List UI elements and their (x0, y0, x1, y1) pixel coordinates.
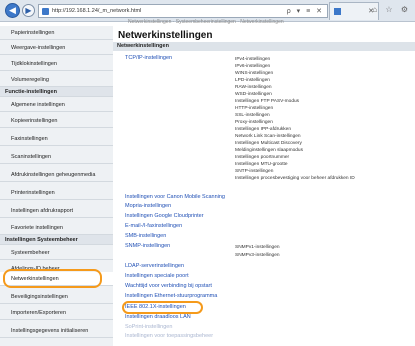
page-favicon-icon (42, 8, 49, 15)
sidebar-item-security[interactable]: Beveiligingsinstellingen (0, 290, 113, 304)
sidebar-item-report[interactable]: Instellingen afdrukrapport (0, 204, 113, 218)
forward-arrow-icon[interactable]: ▶ (22, 4, 35, 17)
link-google-cloud-print[interactable]: Instellingen Google Cloudprinter (125, 213, 204, 219)
tcpip-sub-item[interactable]: Proxy-instellingen (235, 120, 273, 125)
link-application-management[interactable]: Instellingen voor toepassingsbeheer (125, 333, 213, 339)
ieee-highlight-callout (122, 301, 203, 314)
link-ethernet-driver[interactable]: Instellingen Ethernet-stuurprogramma (125, 293, 217, 299)
tcpip-sub-item[interactable]: SSL-instellingen (235, 113, 270, 118)
sidebar-item-volume[interactable]: Volumeregeling (0, 73, 113, 87)
sidebar-item-memory-media[interactable]: Afdrukinstellingen geheugenmedia (0, 168, 113, 182)
sidebar-highlight-callout (3, 269, 102, 288)
link-email-ifax[interactable]: E-mail-/I-faxinstellingen (125, 223, 182, 229)
tcpip-sub-item[interactable]: SNTP-instellingen (235, 169, 273, 174)
sidebar-item-initialize[interactable]: Instellingsgegevens initialiseren (0, 324, 113, 338)
snmp-sub-item[interactable]: SNMPv1-instellingen (235, 245, 280, 250)
sidebar-item-common[interactable]: Algemene instellingen (0, 98, 113, 112)
main-content: Netwerkinstellingen Netwerkinstellingen … (113, 26, 415, 346)
sidebar-item-system-management[interactable]: Systeembeheer (0, 246, 113, 260)
sidebar-item-paper[interactable]: Papierinstellingen (0, 26, 113, 40)
tcpip-sub-item[interactable]: Network Link Scan-instellingen (235, 134, 301, 139)
tcpip-sub-item[interactable]: HTTP-instellingen (235, 106, 273, 111)
tcpip-sub-item[interactable]: RAW-instellingen (235, 85, 272, 90)
link-ldap[interactable]: LDAP-serverinstellingen (125, 263, 184, 269)
tcpip-sub-item[interactable]: Instellingen procesbevestiging voor behe… (235, 176, 355, 181)
snmp-sub-item[interactable]: SNMPv3-instellingen (235, 253, 280, 258)
tab-favicon-icon (334, 8, 341, 15)
link-startup-wait[interactable]: Wachttijd voor verbinding bij opstart (125, 283, 212, 289)
section-heading: Netwerkinstellingen (113, 42, 415, 51)
sidebar-item-fax[interactable]: Faxinstellingen (0, 132, 113, 146)
tcpip-sub-item[interactable]: WINS-instellingen (235, 71, 273, 76)
tcpip-sub-item[interactable]: IPv6-instellingen (235, 64, 270, 69)
tcpip-sub-item[interactable]: LPD-instellingen (235, 78, 270, 83)
tcpip-sub-item[interactable]: Instellingen MTU-grootte (235, 162, 288, 167)
link-canon-mobile-scanning[interactable]: Instellingen voor Canon Mobile Scanning (125, 194, 225, 200)
sidebar-item-copy[interactable]: Kopieerinstellingen (0, 114, 113, 128)
sidebar-item-timer[interactable]: Tijdklokinstellingen (0, 57, 113, 71)
address-url: http://192.168.1.24/_m_network.html (52, 8, 142, 14)
link-smb[interactable]: SMB-instellingen (125, 233, 166, 239)
sidebar: Papierinstellingen Weergave-instellingen… (0, 26, 113, 346)
header-strip-text: Netwerkinstellingen · Systeembeheerinste… (128, 19, 284, 25)
address-bar[interactable]: http://192.168.1.24/_m_network.html ρ ▾ … (38, 4, 328, 18)
sidebar-item-display[interactable]: Weergave-instellingen (0, 41, 113, 55)
link-tcpip[interactable]: TCP/IP-instellingen (125, 55, 172, 61)
tcpip-sub-item[interactable]: Instellingen FTP PASV-modus (235, 99, 299, 104)
tcpip-sub-item[interactable]: Instellingen poortnummer (235, 155, 289, 160)
sidebar-item-scan[interactable]: Scaninstellingen (0, 150, 113, 164)
page-title: Netwerkinstellingen (118, 30, 213, 41)
tcpip-sub-item[interactable]: Meldinginstellingen slaapmodus (235, 148, 303, 153)
back-arrow-icon[interactable]: ◀ (5, 3, 20, 18)
link-dedicated-port[interactable]: Instellingen speciale poort (125, 273, 189, 279)
link-soprint[interactable]: SoPrint-instellingen (125, 324, 172, 330)
toolbar-icons[interactable]: ⌂ ☆ ⚙ (372, 5, 411, 14)
sidebar-head-function: Functie-instellingen (0, 87, 113, 97)
tcpip-sub-item[interactable]: IPv4-instellingen (235, 57, 270, 62)
address-bar-icons[interactable]: ρ ▾ ≡ ✕ (287, 7, 324, 15)
sidebar-item-printer[interactable]: Printerinstellingen (0, 186, 113, 200)
tcpip-sub-item[interactable]: Instellingen Multicast Discovery (235, 141, 302, 146)
tcpip-sub-item[interactable]: Instellingen IPP-afdrukken (235, 127, 291, 132)
link-snmp[interactable]: SNMP-instellingen (125, 243, 170, 249)
sidebar-item-import-export[interactable]: Importeren/Exporteren (0, 306, 113, 320)
link-mopria[interactable]: Mopria-instellingen (125, 203, 171, 209)
link-wireless-lan[interactable]: Instellingen draadloos LAN (125, 314, 191, 320)
sidebar-head-system: Instellingen Systeembeheer (0, 235, 113, 245)
tcpip-sub-item[interactable]: WSD-instellingen (235, 92, 272, 97)
sidebar-item-favorite[interactable]: Favoriete instellingen (0, 221, 113, 235)
